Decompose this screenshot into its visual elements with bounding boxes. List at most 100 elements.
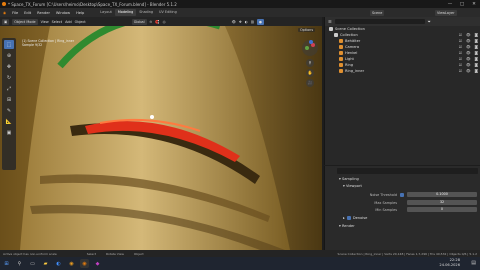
denoise-subsection[interactable]: ▸ Denoise: [337, 216, 480, 220]
edge-icon[interactable]: ◐: [54, 259, 63, 268]
checkbox-icon[interactable]: ☑: [459, 33, 462, 37]
tab-layout[interactable]: Layout: [97, 9, 115, 16]
camera-icon[interactable]: ◙: [475, 45, 479, 49]
task-view-icon[interactable]: ▭: [28, 259, 37, 268]
editor-type-icon[interactable]: ▣: [2, 18, 10, 25]
outliner-row-label: Collection: [340, 33, 358, 37]
sampling-section[interactable]: ▾ Sampling: [337, 177, 480, 181]
properties-search-input[interactable]: [337, 168, 478, 174]
mode-selector[interactable]: Object Mode: [12, 18, 38, 25]
scale-icon[interactable]: ⤢: [4, 84, 14, 93]
transform-orientation-selector[interactable]: Global: [131, 18, 147, 25]
min-samples-field[interactable]: 0: [407, 207, 477, 212]
blender-menu-icon[interactable]: ◉: [0, 11, 9, 15]
title-bar: * Space_TX_Forum [C:\Users\heimo\Desktop…: [0, 0, 480, 8]
camera-icon[interactable]: ◙: [475, 63, 479, 67]
eye-icon[interactable]: 👁: [466, 51, 471, 55]
menu-view[interactable]: View: [41, 20, 49, 24]
annotate-icon[interactable]: ✎: [4, 106, 14, 115]
camera-icon[interactable]: ◙: [475, 51, 479, 55]
tab-uv-editing[interactable]: UV Editing: [156, 9, 180, 16]
menu-edit[interactable]: Edit: [21, 11, 34, 15]
camera-icon[interactable]: ◙: [475, 39, 479, 43]
proportional-edit-icon[interactable]: ◎: [163, 20, 166, 24]
move-icon[interactable]: ✥: [4, 62, 14, 71]
visibility-icon[interactable]: 👁: [232, 20, 236, 24]
scene-selector[interactable]: Scene: [370, 9, 385, 16]
navigation-gizmo[interactable]: ⚲ ✋ 🎥: [300, 40, 320, 100]
checkbox-icon[interactable]: ☑: [459, 57, 462, 61]
object-icon: [339, 51, 343, 55]
menu-add[interactable]: Add: [65, 20, 72, 24]
eye-icon[interactable]: 👁: [466, 57, 471, 61]
xray-icon[interactable]: ▥: [251, 20, 254, 24]
shading-rendered-icon[interactable]: ●: [256, 18, 264, 25]
denoise-checkbox[interactable]: [346, 216, 351, 220]
chrome-icon[interactable]: ◉: [67, 259, 76, 268]
camera-icon[interactable]: ◙: [475, 69, 479, 73]
camera-icon[interactable]: ◙: [475, 33, 479, 37]
transform-icon[interactable]: ⊞: [4, 95, 14, 104]
outliner-editor-icon[interactable]: ☰: [328, 19, 332, 24]
axis-y-icon[interactable]: [305, 46, 309, 50]
menu-window[interactable]: Window: [53, 11, 73, 15]
measure-icon[interactable]: 📐: [4, 117, 14, 126]
eye-icon[interactable]: 👁: [466, 39, 471, 43]
windows-start-icon[interactable]: ⊞: [2, 259, 11, 268]
file-explorer-icon[interactable]: ▰: [41, 259, 50, 268]
checkbox-icon[interactable]: ☑: [459, 51, 462, 55]
eye-icon[interactable]: 👁: [466, 63, 471, 67]
maximize-button[interactable]: □: [456, 0, 468, 8]
add-cube-icon[interactable]: ▣: [4, 128, 14, 137]
max-samples-field[interactable]: 32: [407, 200, 477, 205]
tab-modeling[interactable]: Modeling: [114, 9, 137, 16]
eye-icon[interactable]: 👁: [466, 33, 471, 37]
snap-icon[interactable]: 🧲: [155, 20, 159, 24]
menu-render[interactable]: Render: [34, 11, 53, 15]
filter-icon[interactable]: ⏷: [428, 19, 431, 24]
cursor-icon[interactable]: ⊕: [4, 51, 14, 60]
noise-threshold-field[interactable]: 0.1000: [407, 192, 477, 197]
noise-threshold-checkbox[interactable]: [400, 192, 404, 197]
outliner-search-input[interactable]: [334, 19, 425, 24]
camera-view-icon[interactable]: 🎥: [306, 79, 314, 87]
app-icon[interactable]: ◆: [93, 259, 102, 268]
axis-z-icon[interactable]: [309, 40, 313, 44]
eye-icon[interactable]: 👁: [466, 45, 471, 49]
outliner-row-label: Light: [345, 57, 354, 61]
overlay-icon[interactable]: ◐: [245, 20, 248, 24]
blender-taskbar-icon[interactable]: ◉: [80, 259, 89, 268]
pivot-icon[interactable]: ⊙: [150, 20, 153, 24]
checkbox-icon[interactable]: ☑: [459, 39, 462, 43]
camera-icon[interactable]: ◙: [475, 57, 479, 61]
close-button[interactable]: ✕: [468, 0, 480, 8]
viewport-subsection[interactable]: ▾ Viewport: [337, 184, 480, 188]
noise-threshold-label: Noise Threshold: [369, 192, 397, 197]
eye-icon[interactable]: 👁: [466, 69, 471, 73]
zoom-icon[interactable]: ⚲: [306, 59, 314, 67]
pan-icon[interactable]: ✋: [306, 69, 314, 77]
sampling-section-label: Sampling: [341, 177, 359, 181]
menu-help[interactable]: Help: [73, 11, 87, 15]
notification-icon[interactable]: ▤: [471, 260, 476, 266]
windows-taskbar: ⊞ ⚲ ▭ ▰ ◐ ◉ ◉ ◆ 22:28 24.06.2026 ▤: [0, 257, 480, 270]
search-icon[interactable]: ⚲: [15, 259, 24, 268]
outliner-row[interactable]: Ring_inner ☑ 👁 ◙: [325, 68, 480, 74]
status-stats: Scene Collection | Ring_inner | Verts 20…: [337, 252, 477, 256]
options-button[interactable]: Options: [298, 28, 316, 32]
menu-file[interactable]: File: [9, 11, 21, 15]
properties-panel: ▾ Sampling ▾ Viewport Noise Threshold 0.…: [324, 166, 480, 250]
tab-shading[interactable]: Shading: [136, 9, 156, 16]
checkbox-icon[interactable]: ☑: [459, 45, 462, 49]
minimize-button[interactable]: —: [444, 0, 456, 8]
checkbox-icon[interactable]: ☑: [459, 63, 462, 67]
rotate-icon[interactable]: ↻: [4, 73, 14, 82]
menu-object[interactable]: Object: [75, 20, 86, 24]
render-section[interactable]: ▾ Render: [337, 224, 480, 228]
checkbox-icon[interactable]: ☑: [459, 69, 462, 73]
gizmo-icon[interactable]: ✥: [239, 20, 242, 24]
3d-viewport[interactable]: [0, 26, 322, 250]
menu-select[interactable]: Select: [52, 20, 62, 24]
viewlayer-selector[interactable]: ViewLayer: [435, 9, 457, 16]
select-box-icon[interactable]: ⬚: [4, 40, 14, 49]
